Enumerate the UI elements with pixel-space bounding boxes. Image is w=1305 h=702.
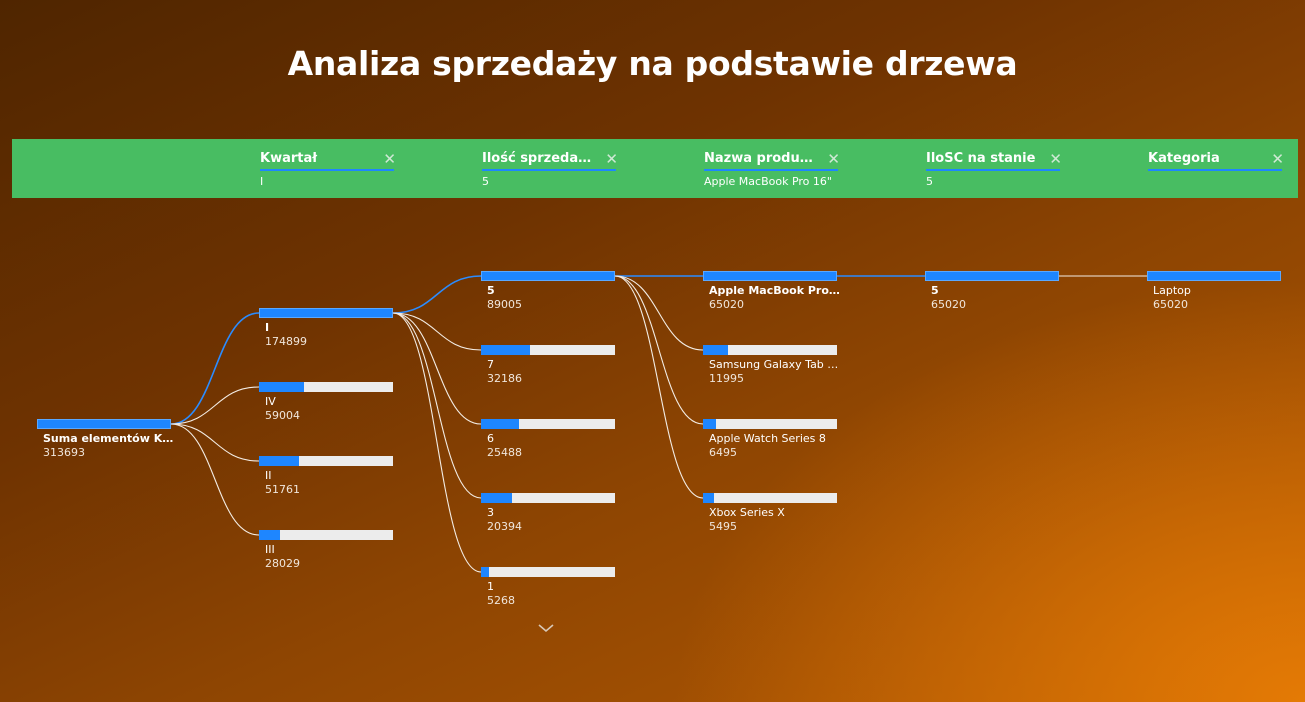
node-label: Xbox Series X [709,506,785,519]
node-value: 65020 [1153,298,1188,311]
node-value: 32186 [487,372,522,385]
node-bar [925,271,1059,281]
node-label: Apple MacBook Pro ... [709,284,841,297]
node-bar-fill [481,567,489,577]
node-label: I [265,321,270,334]
node-bar [37,419,171,429]
node-label: Laptop [1153,284,1191,297]
node-bar-fill [703,345,728,355]
node-value: 5495 [709,520,737,533]
node-bar [481,345,615,355]
tree-link [614,275,704,351]
node-value: 59004 [265,409,300,422]
node-value: 28029 [265,557,300,570]
tree-connectors [170,275,1147,573]
node-label: 7 [487,358,494,371]
node-bar-fill [703,419,716,429]
node-label: 5 [487,284,495,297]
node-bar [481,419,615,429]
node-label: 5 [931,284,939,297]
tree-link [392,312,482,499]
node-value: 65020 [709,298,744,311]
node-value: 20394 [487,520,522,533]
node-label: 3 [487,506,494,519]
node-value: 51761 [265,483,300,496]
node-bar [259,382,393,392]
node-value: 5268 [487,594,515,607]
node-bar [481,567,615,577]
tree-link [392,312,482,351]
node-bar-fill [259,530,280,540]
tree-link [392,275,482,314]
node-bar [703,419,837,429]
node-bar-fill [703,493,714,503]
node-bar [259,530,393,540]
node-bar [703,493,837,503]
tree-link [614,275,704,425]
node-bar-fill [259,456,299,466]
node-bar-fill [481,493,512,503]
node-label: 6 [487,432,494,445]
node-bar [703,345,837,355]
node-value: 65020 [931,298,966,311]
node-label: 1 [487,580,494,593]
tree-link [170,386,260,425]
node-value: 313693 [43,446,85,459]
node-bar [481,493,615,503]
node-label: II [265,469,272,482]
node-bar-fill [481,345,530,355]
tree-link [392,312,482,573]
node-bar [259,456,393,466]
tree-link [170,423,260,462]
node-bar [703,271,837,281]
node-bar [259,308,393,318]
node-value: 174899 [265,335,307,348]
node-bar [1147,271,1281,281]
node-bar-fill [259,382,304,392]
node-bar [481,271,615,281]
node-value: 89005 [487,298,522,311]
node-value: 6495 [709,446,737,459]
node-label: Suma elementów Kw... [43,432,175,445]
node-value: 25488 [487,446,522,459]
tree-link [170,312,260,425]
tree-link [614,275,704,499]
chevron-down-icon[interactable] [536,620,556,634]
tree-link [170,423,260,536]
node-label: IV [265,395,276,408]
node-label: Apple Watch Series 8 [709,432,826,445]
node-label: III [265,543,275,556]
node-label: Samsung Galaxy Tab S... [709,358,841,371]
node-bar-fill [481,419,519,429]
node-value: 11995 [709,372,744,385]
